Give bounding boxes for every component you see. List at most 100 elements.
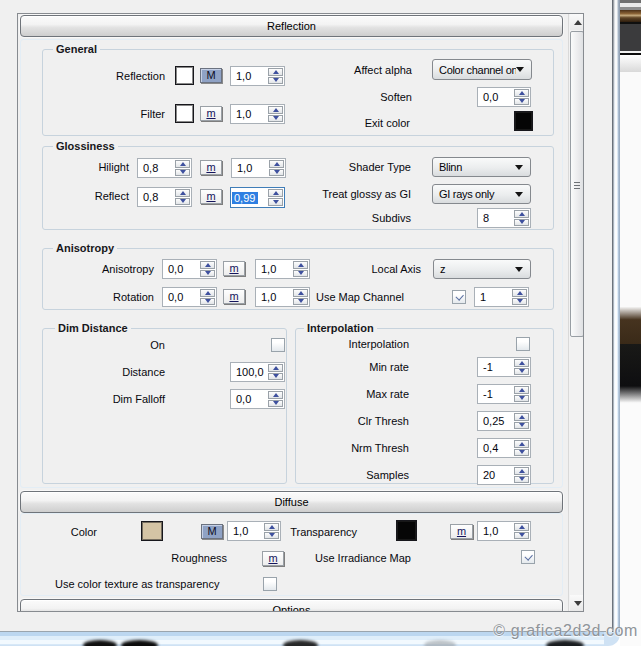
roughness-map-button[interactable]: m [262,551,284,566]
reflection-color-swatch[interactable] [175,66,194,85]
hilight-amount-spinner-spin-up-button[interactable] [269,160,284,168]
dim-on-checkbox[interactable] [271,338,285,352]
filter-amount-spinner-value[interactable]: 1,0 [231,108,268,120]
distance-spinner-spin-up-button[interactable] [268,364,283,372]
min-rate-spinner[interactable]: -1 [477,357,531,377]
reflect-spinner[interactable]: 0,8 [137,187,192,207]
hilight-spinner-value[interactable]: 0,8 [138,162,175,174]
reflect-amount-spinner-value[interactable]: 0,99 [231,192,268,204]
diffuse-color-swatch[interactable] [141,521,163,541]
filter-color-swatch[interactable] [175,104,194,123]
clr-thresh-spinner-spin-up-button[interactable] [514,413,529,421]
transparency-color-swatch[interactable] [396,520,417,541]
reflection-map-button[interactable]: M [200,68,222,83]
rotation-map-button[interactable]: m [223,289,245,304]
transparency-map-button[interactable]: m [450,524,473,539]
scrollbar-up-button[interactable] [570,14,584,30]
reflect-amount-spinner-spin-up-button[interactable] [268,189,283,197]
reflection-amount-spinner-spin-up-button[interactable] [268,68,283,76]
local-axis-dropdown[interactable]: z [433,259,531,279]
map-channel-spinner-spin-down-button[interactable] [512,298,527,306]
max-rate-spinner-spin-down-button[interactable] [514,395,529,403]
samples-spinner[interactable]: 20 [477,465,531,485]
clr-thresh-spinner-spin-down-button[interactable] [514,422,529,430]
subdivs-spinner-value[interactable]: 8 [478,212,514,224]
use-irradiance-checkbox[interactable] [521,550,535,564]
reflection-amount-spinner-value[interactable]: 1,0 [231,70,268,82]
vertical-scrollbar[interactable] [568,14,584,611]
soften-spinner-spin-up-button[interactable] [514,89,529,97]
scrollbar-down-button[interactable] [570,595,584,611]
transparency-amount-spinner-spin-down-button[interactable] [514,532,529,540]
reflect-amount-spinner[interactable]: 0,99 [230,187,285,208]
map-channel-spinner-value[interactable]: 1 [475,291,512,303]
anisotropy-spinner-value[interactable]: 0,0 [163,263,200,275]
reflect-spinner-spin-down-button[interactable] [175,198,190,206]
reflection-amount-spinner-spin-down-button[interactable] [268,77,283,85]
distance-spinner-value[interactable]: 100,0 [231,366,268,378]
subdivs-spinner-spin-down-button[interactable] [514,219,529,227]
soften-spinner[interactable]: 0,0 [477,87,531,107]
anisotropy-spinner[interactable]: 0,0 [162,259,217,279]
anisotropy-spinner-spin-up-button[interactable] [200,261,215,269]
subdivs-spinner[interactable]: 8 [477,208,531,228]
hilight-spinner-spin-down-button[interactable] [175,169,190,177]
hilight-spinner[interactable]: 0,8 [137,158,192,178]
anisotropy-map-button[interactable]: m [223,261,245,276]
clr-thresh-spinner[interactable]: 0,25 [477,411,531,431]
max-rate-spinner-value[interactable]: -1 [478,388,514,400]
min-rate-spinner-spin-down-button[interactable] [514,368,529,376]
anisotropy-spinner-spin-down-button[interactable] [200,270,215,278]
hilight-map-button[interactable]: m [200,160,222,175]
interpolation-checkbox[interactable] [516,337,530,351]
diffuse-amount-spinner[interactable]: 1,0 [227,521,281,541]
rotation-spinner-spin-up-button[interactable] [200,289,215,297]
exit-color-swatch[interactable] [514,111,533,131]
min-rate-spinner-value[interactable]: -1 [478,361,514,373]
map-channel-spinner-spin-up-button[interactable] [512,289,527,297]
samples-spinner-value[interactable]: 20 [478,469,514,481]
soften-spinner-spin-down-button[interactable] [514,98,529,106]
dim-falloff-spinner-value[interactable]: 0,0 [231,393,268,405]
reflect-amount-spinner-spin-down-button[interactable] [268,198,283,206]
filter-amount-spinner-spin-up-button[interactable] [268,106,283,114]
rollout-header-diffuse[interactable]: Diffuse [20,491,563,513]
diffuse-map-button[interactable]: M [201,524,223,539]
dim-falloff-spinner[interactable]: 0,0 [230,389,285,409]
samples-spinner-spin-up-button[interactable] [514,467,529,475]
reflection-amount-spinner[interactable]: 1,0 [230,66,285,86]
nrm-thresh-spinner-spin-down-button[interactable] [514,449,529,457]
treat-glossy-dropdown[interactable]: GI rays only [432,184,531,204]
shader-type-dropdown[interactable]: Blinn [432,157,531,177]
nrm-thresh-spinner[interactable]: 0,4 [477,438,531,458]
dim-falloff-spinner-spin-down-button[interactable] [268,400,283,408]
reflect-map-button[interactable]: m [200,189,222,204]
map-channel-spinner[interactable]: 1 [474,287,529,307]
diffuse-amount-spinner-value[interactable]: 1,0 [228,525,264,537]
transparency-amount-spinner-value[interactable]: 1,0 [478,525,514,537]
use-color-texture-checkbox[interactable] [263,577,277,591]
rotation-spinner-value[interactable]: 0,0 [163,291,200,303]
anisotropy-amount-spinner-value[interactable]: 1,0 [256,263,293,275]
rollout-header-options[interactable]: Options [20,599,563,612]
distance-spinner[interactable]: 100,0 [230,362,285,382]
scrollbar-thumb[interactable] [570,31,584,337]
hilight-amount-spinner-value[interactable]: 1,0 [232,162,269,174]
filter-amount-spinner[interactable]: 1,0 [230,104,285,124]
distance-spinner-spin-down-button[interactable] [268,373,283,381]
nrm-thresh-spinner-spin-up-button[interactable] [514,440,529,448]
affect-alpha-dropdown[interactable]: Color channel only [432,59,532,80]
reflect-spinner-spin-up-button[interactable] [175,189,190,197]
filter-amount-spinner-spin-down-button[interactable] [268,115,283,123]
reflect-spinner-value[interactable]: 0,8 [138,191,175,203]
hilight-spinner-spin-up-button[interactable] [175,160,190,168]
transparency-amount-spinner[interactable]: 1,0 [477,521,531,541]
max-rate-spinner[interactable]: -1 [477,384,531,404]
rollout-header-reflection[interactable]: Reflection [20,15,563,37]
max-rate-spinner-spin-up-button[interactable] [514,386,529,394]
filter-map-button[interactable]: m [200,106,222,121]
hilight-amount-spinner[interactable]: 1,0 [231,158,286,178]
hilight-amount-spinner-spin-down-button[interactable] [269,169,284,177]
min-rate-spinner-spin-up-button[interactable] [514,359,529,367]
rotation-spinner[interactable]: 0,0 [162,287,217,307]
